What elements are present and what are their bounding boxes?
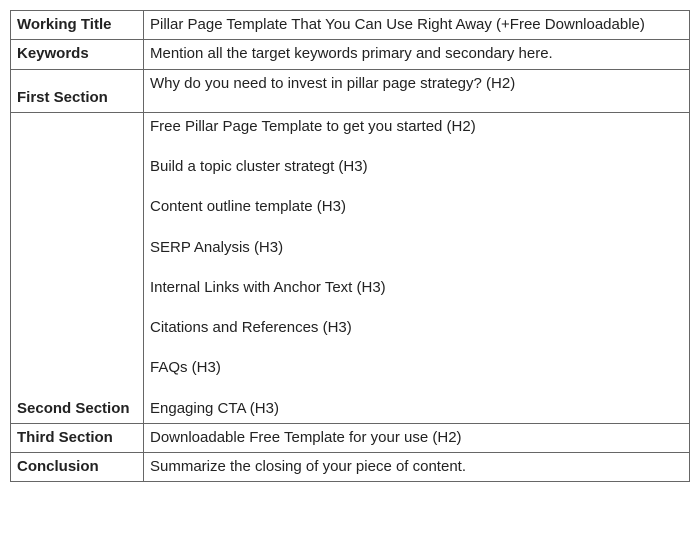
- content-line: Free Pillar Page Template to get you sta…: [150, 117, 683, 137]
- row-label: First Section: [11, 69, 144, 112]
- table-row: First Section Why do you need to invest …: [11, 69, 690, 112]
- table-row: Third Section Downloadable Free Template…: [11, 423, 690, 452]
- table-row: Working Title Pillar Page Template That …: [11, 11, 690, 40]
- content-line: SERP Analysis (H3): [150, 238, 683, 258]
- row-label: Third Section: [11, 423, 144, 452]
- row-content: Why do you need to invest in pillar page…: [144, 69, 690, 112]
- row-label: Second Section: [11, 112, 144, 423]
- table-row: Keywords Mention all the target keywords…: [11, 40, 690, 69]
- content-line: FAQs (H3): [150, 358, 683, 378]
- table-row: Conclusion Summarize the closing of your…: [11, 453, 690, 482]
- row-content: Pillar Page Template That You Can Use Ri…: [144, 11, 690, 40]
- content-line: Citations and References (H3): [150, 318, 683, 338]
- content-line: Why do you need to invest in pillar page…: [150, 74, 683, 94]
- row-content: Downloadable Free Template for your use …: [144, 423, 690, 452]
- table-row: Second Section Free Pillar Page Template…: [11, 112, 690, 423]
- content-line: Engaging CTA (H3): [150, 399, 683, 419]
- outline-table: Working Title Pillar Page Template That …: [10, 10, 690, 482]
- row-content: Mention all the target keywords primary …: [144, 40, 690, 69]
- content-line: Content outline template (H3): [150, 197, 683, 217]
- row-label: Working Title: [11, 11, 144, 40]
- row-label: Conclusion: [11, 453, 144, 482]
- row-content: Free Pillar Page Template to get you sta…: [144, 112, 690, 423]
- row-label: Keywords: [11, 40, 144, 69]
- content-line: Build a topic cluster strategt (H3): [150, 157, 683, 177]
- row-content: Summarize the closing of your piece of c…: [144, 453, 690, 482]
- content-line: Internal Links with Anchor Text (H3): [150, 278, 683, 298]
